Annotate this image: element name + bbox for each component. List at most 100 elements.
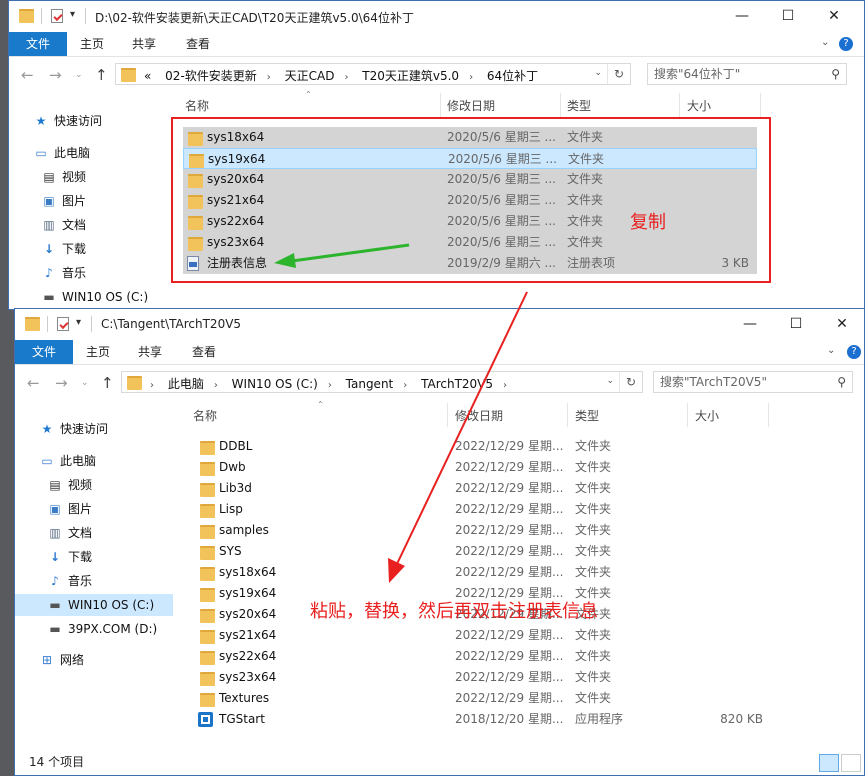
chevron-right-icon[interactable]: ›: [150, 380, 154, 391]
divider[interactable]: [447, 403, 448, 427]
file-row[interactable]: Lib3d 2022/12/29 星期... 文件夹: [195, 478, 775, 499]
file-row[interactable]: DDBL 2022/12/29 星期... 文件夹: [195, 436, 775, 457]
chevron-right-icon[interactable]: ›: [469, 72, 473, 83]
file-row[interactable]: Lisp 2022/12/29 星期... 文件夹: [195, 499, 775, 520]
chevron-right-icon[interactable]: ›: [267, 72, 271, 83]
minimize-button[interactable]: —: [727, 309, 773, 340]
breadcrumb-item[interactable]: TArchT20V5: [421, 377, 493, 391]
divider[interactable]: [567, 403, 568, 427]
divider[interactable]: [760, 93, 761, 117]
file-row[interactable]: Textures 2022/12/29 星期... 文件夹: [195, 688, 775, 709]
chevron-right-icon[interactable]: ›: [328, 380, 332, 391]
up-arrow-icon[interactable]: ↑: [101, 374, 114, 392]
breadcrumb-item[interactable]: 天正CAD: [285, 69, 335, 83]
help-icon[interactable]: ?: [847, 345, 861, 359]
close-button[interactable]: ✕: [811, 1, 857, 32]
chevron-down-icon[interactable]: ⌄: [606, 376, 614, 386]
column-size[interactable]: 大小: [687, 97, 711, 114]
breadcrumb-item[interactable]: WIN10 OS (C:): [232, 377, 318, 391]
properties-icon[interactable]: [57, 317, 69, 331]
file-row[interactable]: Dwb 2022/12/29 星期... 文件夹: [195, 457, 775, 478]
nav-item-videos[interactable]: ▤ 视频: [47, 474, 92, 496]
breadcrumb-item[interactable]: 此电脑: [168, 377, 204, 391]
refresh-icon[interactable]: ↻: [607, 64, 630, 84]
nav-item-quick-access[interactable]: ★ 快速访问: [39, 418, 108, 440]
file-row[interactable]: sys21x64 2022/12/29 星期... 文件夹: [195, 625, 775, 646]
chevron-right-icon[interactable]: ›: [344, 72, 348, 83]
column-date[interactable]: 修改日期: [455, 407, 503, 424]
column-size[interactable]: 大小: [695, 407, 719, 424]
chevron-right-icon[interactable]: ›: [403, 380, 407, 391]
nav-item-drive-c[interactable]: ▬ WIN10 OS (C:): [41, 286, 148, 308]
divider[interactable]: [679, 93, 680, 117]
chevron-down-icon[interactable]: ▾: [76, 317, 81, 328]
help-icon[interactable]: ?: [839, 37, 853, 51]
tab-share[interactable]: 共享: [129, 32, 159, 56]
large-icons-view-button[interactable]: [841, 754, 861, 772]
nav-item-downloads[interactable]: ↓ 下载: [41, 238, 86, 260]
tab-file[interactable]: 文件: [15, 340, 73, 364]
tab-share[interactable]: 共享: [135, 340, 165, 364]
column-type[interactable]: 类型: [567, 97, 591, 114]
chevron-down-icon[interactable]: ⌄: [75, 70, 83, 80]
search-icon[interactable]: ⚲: [837, 372, 846, 392]
chevron-right-icon[interactable]: ›: [214, 380, 218, 391]
search-input[interactable]: 搜索"TArchT20V5" ⚲: [653, 371, 853, 393]
maximize-button[interactable]: ☐: [765, 1, 811, 32]
minimize-button[interactable]: —: [719, 1, 765, 32]
properties-icon[interactable]: [51, 9, 63, 23]
nav-item-documents[interactable]: ▥ 文档: [47, 522, 92, 544]
breadcrumb-item[interactable]: Tangent: [346, 377, 394, 391]
up-arrow-icon[interactable]: ↑: [95, 66, 108, 84]
nav-item-this-pc[interactable]: ▭ 此电脑: [33, 142, 90, 164]
chevron-down-icon[interactable]: ⌄: [81, 378, 89, 388]
search-icon[interactable]: ⚲: [831, 64, 840, 84]
column-name[interactable]: 名称: [193, 407, 217, 424]
file-row[interactable]: TGStart 2018/12/20 星期... 应用程序 820 KB: [195, 709, 775, 730]
nav-item-downloads[interactable]: ↓ 下载: [47, 546, 92, 568]
address-bar[interactable]: › 此电脑 › WIN10 OS (C:) › Tangent › TArchT20V…: [121, 371, 643, 393]
file-row[interactable]: sys22x64 2022/12/29 星期... 文件夹: [195, 646, 775, 667]
nav-item-documents[interactable]: ▥ 文档: [41, 214, 86, 236]
breadcrumb-overflow[interactable]: «: [144, 69, 151, 83]
breadcrumb-item[interactable]: T20天正建筑v5.0: [362, 69, 459, 83]
nav-item-network[interactable]: ⊞ 网络: [39, 649, 84, 671]
tab-view[interactable]: 查看: [189, 340, 219, 364]
chevron-right-icon[interactable]: ›: [503, 380, 507, 391]
nav-item-music[interactable]: ♪ 音乐: [41, 262, 86, 284]
column-date[interactable]: 修改日期: [447, 97, 495, 114]
forward-arrow-icon[interactable]: →: [55, 374, 68, 392]
refresh-icon[interactable]: ↻: [619, 372, 642, 392]
breadcrumb-item[interactable]: 64位补丁: [487, 69, 538, 83]
nav-item-pictures[interactable]: ▣ 图片: [41, 190, 86, 212]
close-button[interactable]: ✕: [819, 309, 864, 340]
search-input[interactable]: 搜索"64位补丁" ⚲: [647, 63, 847, 85]
column-name[interactable]: 名称: [185, 97, 209, 114]
divider[interactable]: [440, 93, 441, 117]
tab-file[interactable]: 文件: [9, 32, 67, 56]
breadcrumb-item[interactable]: 02-软件安装更新: [165, 69, 257, 83]
divider[interactable]: [560, 93, 561, 117]
details-view-button[interactable]: [819, 754, 839, 772]
maximize-button[interactable]: ☐: [773, 309, 819, 340]
file-row[interactable]: SYS 2022/12/29 星期... 文件夹: [195, 541, 775, 562]
forward-arrow-icon[interactable]: →: [49, 66, 62, 84]
column-type[interactable]: 类型: [575, 407, 599, 424]
divider[interactable]: [768, 403, 769, 427]
tab-home[interactable]: 主页: [83, 340, 113, 364]
chevron-down-icon[interactable]: ⌄: [821, 37, 829, 48]
divider[interactable]: [687, 403, 688, 427]
nav-item-quick-access[interactable]: ★ 快速访问: [33, 110, 102, 132]
address-bar[interactable]: « 02-软件安装更新 › 天正CAD › T20天正建筑v5.0 › 64位补丁 ⌄…: [115, 63, 631, 85]
chevron-down-icon[interactable]: ⌄: [594, 68, 602, 78]
file-row[interactable]: samples 2022/12/29 星期... 文件夹: [195, 520, 775, 541]
nav-item-drive-d[interactable]: ▬ 39PX.COM (D:): [47, 618, 157, 640]
nav-item-music[interactable]: ♪ 音乐: [47, 570, 92, 592]
chevron-down-icon[interactable]: ▾: [70, 9, 75, 20]
nav-item-drive-c[interactable]: ▬ WIN10 OS (C:): [15, 594, 173, 616]
nav-item-this-pc[interactable]: ▭ 此电脑: [39, 450, 96, 472]
nav-item-pictures[interactable]: ▣ 图片: [47, 498, 92, 520]
tab-home[interactable]: 主页: [77, 32, 107, 56]
back-arrow-icon[interactable]: ←: [21, 66, 34, 84]
chevron-down-icon[interactable]: ⌄: [827, 345, 835, 356]
